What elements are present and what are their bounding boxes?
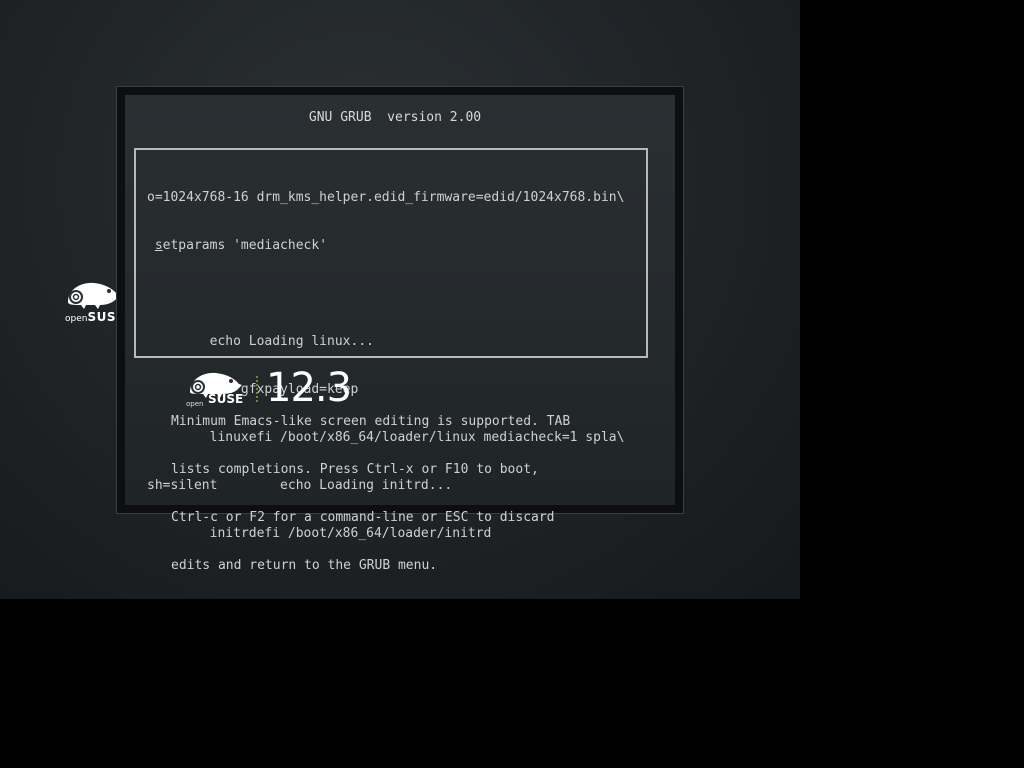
version-logo-open: open (186, 400, 204, 408)
editor-line: echo Loading linux... (147, 334, 374, 349)
opensuse-version-logo: open SUSE 12.3 (186, 366, 352, 414)
wordmark-open: open (65, 314, 88, 324)
help-line: Minimum Emacs-like screen editing is sup… (171, 414, 571, 429)
editor-line-cursor: setparams 'mediacheck' (147, 238, 624, 254)
editor-line: o=1024x768-16 drm_kms_helper.edid_firmwa… (147, 190, 625, 205)
grub-help-text: Minimum Emacs-like screen editing is sup… (171, 382, 570, 606)
text-cursor: s (154, 238, 163, 253)
editor-line-rest: etparams 'mediacheck' (162, 238, 328, 253)
version-number: 12.3 (266, 365, 352, 411)
help-line: lists completions. Press Ctrl-x or F10 t… (171, 462, 539, 477)
help-line: edits and return to the GRUB menu. (171, 558, 438, 573)
help-line: Ctrl-c or F2 for a command-line or ESC t… (171, 510, 555, 525)
version-logo-suse: SUSE (208, 392, 244, 406)
grub-title: GNU GRUB version 2.00 (308, 110, 482, 125)
separator-dots (256, 376, 260, 402)
opensuse-logo: openSUSE (62, 278, 124, 324)
boot-screen: openSUSE GNU GRUB version 2.00 o=1024x76… (0, 0, 800, 599)
